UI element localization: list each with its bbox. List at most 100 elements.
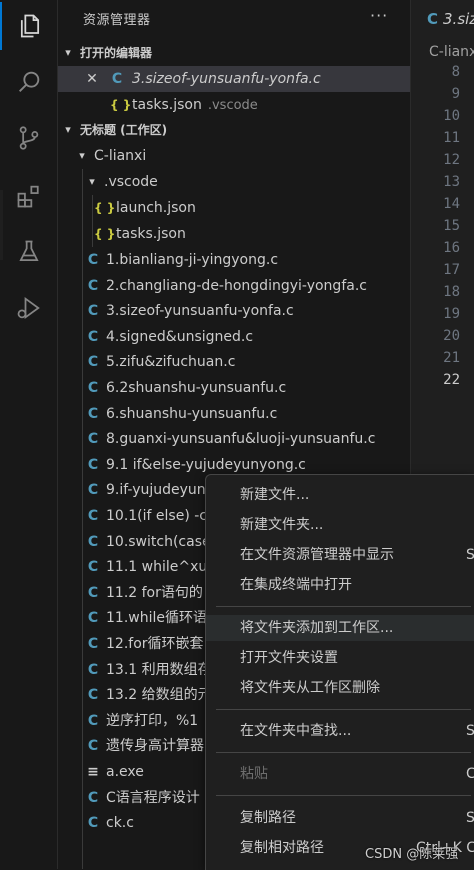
c-file-icon: C (87, 456, 99, 473)
file-name: 6.shuanshu-yunsuanfu.c (106, 405, 278, 422)
file-name: 10.switch(case (106, 533, 211, 550)
file-name: 2.changliang-de-hongdingyi-yongfa.c (106, 277, 367, 294)
file-name: 4.signed&unsigned.c (106, 328, 254, 345)
line-number: 12 (443, 152, 460, 168)
close-icon[interactable]: ✕ (86, 66, 98, 92)
file-name: 遗传身高计算器 (106, 738, 204, 755)
breadcrumb[interactable]: C-lianx (429, 44, 474, 60)
file-item[interactable]: C 6.2shuanshu-yunsuanfu.c (58, 375, 410, 401)
context-menu: 新建文件... 新建文件夹... 在文件资源管理器中显示 S 在集成终端中打开 将… (205, 474, 474, 870)
editor-tab[interactable]: C3.size (427, 10, 474, 28)
file-name: 11.2 for语句的 (106, 584, 203, 601)
menu-item-new-folder[interactable]: 新建文件夹... (206, 512, 474, 538)
c-file-icon: C (87, 277, 99, 294)
run-debug-icon[interactable] (0, 284, 57, 332)
extensions-icon[interactable] (0, 172, 57, 220)
file-item[interactable]: C 6.shuanshu-yunsuanfu.c (58, 401, 410, 427)
c-file-icon: C (87, 328, 99, 345)
open-editor-item[interactable]: { } tasks.json .vscode (58, 92, 410, 118)
line-number: 13 (443, 174, 460, 190)
workspace-header[interactable]: ▾ 无标题 (工作区) (58, 117, 410, 143)
menu-item-remove-folder-from-workspace[interactable]: 将文件夹从工作区删除 (206, 675, 474, 701)
line-number: 19 (443, 306, 460, 322)
file-name: 5.zifu&zifuchuan.c (106, 354, 236, 371)
shortcut-hint: S (466, 723, 474, 739)
chevron-down-icon: ▾ (65, 46, 71, 59)
c-file-icon: C (87, 687, 99, 704)
open-editor-folder: .vscode (207, 98, 258, 113)
folder-name: C-lianxi (94, 148, 147, 164)
file-name: 6.2shuanshu-yunsuanfu.c (106, 380, 287, 396)
line-number: 21 (443, 350, 460, 366)
testing-icon[interactable] (0, 228, 57, 276)
file-item[interactable]: C 3.sizeof-yunsuanfu-yonfa.c (58, 298, 410, 324)
line-number: 14 (443, 196, 460, 212)
open-editors-header[interactable]: ▾ 打开的编辑器 (58, 40, 410, 66)
line-number: 22 (443, 372, 460, 388)
file-item[interactable]: C 8.guanxi-yunsuanfu&luoji-yunsuanfu.c (58, 426, 410, 452)
editor-tab-label: 3.size (443, 10, 474, 28)
c-file-icon: C (87, 636, 99, 652)
chevron-down-icon: ▾ (89, 175, 95, 188)
menu-item-new-file[interactable]: 新建文件... (206, 482, 474, 508)
c-file-icon: C (111, 71, 123, 87)
chevron-down-icon: ▾ (79, 149, 85, 162)
file-item[interactable]: C 5.zifu&zifuchuan.c (58, 349, 410, 375)
file-item[interactable]: C 1.bianliang-ji-yingyong.c (58, 247, 410, 273)
file-item[interactable]: C 4.signed&unsigned.c (58, 324, 410, 350)
open-editor-item[interactable]: ✕ C 3.sizeof-yunsuanfu-yonfa.c (58, 66, 410, 92)
line-number: 15 (443, 218, 460, 234)
explorer-icon[interactable] (0, 2, 57, 50)
open-editors-label: 打开的编辑器 (80, 46, 153, 60)
c-file-icon: C (87, 508, 99, 524)
menu-item-reveal-in-explorer[interactable]: 在文件资源管理器中显示 S (206, 542, 474, 568)
c-file-icon: C (87, 815, 99, 832)
c-file-icon: C (87, 789, 99, 806)
c-file-icon: C (87, 405, 99, 422)
folder-c-lianxi[interactable]: ▾ C-lianxi (58, 143, 410, 169)
c-file-icon: C (87, 533, 99, 550)
open-editor-name: 3.sizeof-yunsuanfu-yonfa.c (132, 71, 321, 87)
file-name: 11.while循环语 (106, 610, 207, 627)
c-file-icon: C (87, 559, 99, 576)
menu-item-open-in-terminal[interactable]: 在集成终端中打开 (206, 572, 474, 598)
c-file-icon: C (87, 431, 99, 448)
menu-item-add-folder-to-workspace[interactable]: 将文件夹添加到工作区... (206, 615, 474, 641)
menu-item-find-in-folder[interactable]: 在文件夹中查找... S (206, 718, 474, 744)
more-actions-icon[interactable]: ··· (370, 6, 388, 25)
c-file-icon: C (87, 482, 99, 499)
file-name: 13.2 给数组的元 (106, 687, 212, 704)
json-file-icon: { } (110, 98, 132, 112)
c-file-icon: C (87, 712, 99, 729)
file-name: 1.bianliang-ji-yingyong.c (106, 252, 279, 268)
c-file-icon: C (87, 610, 99, 627)
line-number: 8 (451, 64, 460, 80)
watermark: CSDN @陈莱强 (365, 847, 459, 862)
source-control-icon[interactable] (0, 114, 57, 162)
c-file-icon: C (87, 661, 99, 678)
menu-separator (216, 709, 471, 710)
search-icon[interactable] (0, 58, 57, 106)
shortcut-hint: S (466, 810, 474, 826)
file-name: 逆序打印，%1 (106, 712, 199, 729)
line-number: 11 (443, 130, 460, 146)
c-file-icon: C (427, 10, 439, 28)
c-file-icon: C (87, 738, 99, 755)
c-file-icon: C (87, 354, 99, 371)
file-name: 13.1 利用数组存 (106, 661, 212, 678)
json-file-icon: { } (94, 201, 116, 215)
menu-item-copy-path[interactable]: 复制路径 S (206, 805, 474, 831)
file-name: 8.guanxi-yunsuanfu&luoji-yunsuanfu.c (106, 431, 376, 448)
shortcut-hint: S (466, 547, 474, 563)
folder-vscode[interactable]: ▾ .vscode (58, 169, 410, 195)
menu-separator (216, 795, 471, 796)
file-item[interactable]: { } launch.json (58, 195, 410, 221)
explorer-title: 资源管理器 (83, 13, 151, 28)
file-item[interactable]: C 2.changliang-de-hongdingyi-yongfa.c (58, 273, 410, 299)
file-item[interactable]: { } tasks.json (58, 221, 410, 247)
menu-item-open-folder-settings[interactable]: 打开文件夹设置 (206, 645, 474, 671)
file-name: 10.1(if else) -c (106, 508, 207, 524)
line-number: 9 (451, 86, 460, 102)
file-name: ck.c (106, 815, 134, 832)
line-number: 18 (443, 284, 460, 300)
